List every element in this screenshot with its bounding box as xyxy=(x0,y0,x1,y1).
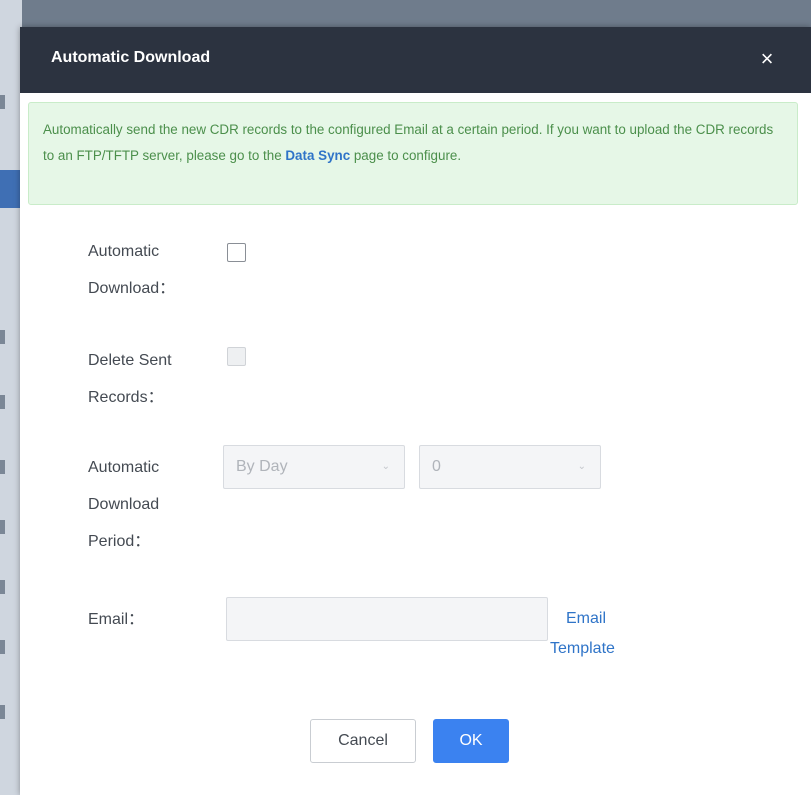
period-label: Automatic Download Period： xyxy=(88,449,159,560)
dialog-header: Automatic Download × xyxy=(20,27,811,93)
email-input[interactable] xyxy=(226,597,548,641)
automatic-download-dialog: Automatic Download × Automatically send … xyxy=(20,27,811,795)
background-mark xyxy=(0,580,5,594)
data-sync-link[interactable]: Data Sync xyxy=(285,148,350,163)
email-label: Email： xyxy=(88,611,145,628)
ok-button[interactable]: OK xyxy=(433,719,509,763)
delete-sent-label: Delete Sent Records： xyxy=(88,342,172,416)
time-select[interactable]: 0 ⌄ xyxy=(419,445,601,489)
chevron-down-icon: ⌄ xyxy=(577,461,586,472)
notice-text-end: page to configure. xyxy=(350,148,462,163)
chevron-down-icon: ⌄ xyxy=(381,461,390,472)
auto-download-label: Automatic Download： xyxy=(88,233,175,307)
label-line: Download： xyxy=(88,280,176,297)
background-mark xyxy=(0,705,5,719)
label-line: Download xyxy=(88,496,160,513)
background-page-edge xyxy=(0,0,22,795)
label-line: Delete Sent xyxy=(88,352,172,369)
background-mark xyxy=(0,460,5,474)
label-line: Records： xyxy=(88,389,164,406)
background-mark xyxy=(0,395,5,409)
info-notice: Automatically send the new CDR records t… xyxy=(28,102,798,205)
link-line: Template xyxy=(550,640,615,657)
background-mark xyxy=(0,520,5,534)
dialog-title: Automatic Download xyxy=(51,49,211,66)
frequency-select[interactable]: By Day ⌄ xyxy=(223,445,405,489)
link-line: Email xyxy=(566,610,607,627)
auto-download-checkbox[interactable] xyxy=(227,243,246,262)
email-template-link[interactable]: Email Template xyxy=(550,609,615,659)
label-line: Automatic xyxy=(88,459,160,476)
delete-sent-checkbox[interactable] xyxy=(227,347,246,366)
background-mark xyxy=(0,95,5,109)
background-mark xyxy=(0,640,5,654)
cancel-button[interactable]: Cancel xyxy=(310,719,416,763)
background-mark xyxy=(0,330,5,344)
label-line: Automatic xyxy=(88,243,160,260)
time-value: 0 xyxy=(432,458,441,475)
label-line: Period： xyxy=(88,533,151,550)
background-highlight xyxy=(0,170,22,208)
close-icon[interactable]: × xyxy=(755,45,779,73)
frequency-value: By Day xyxy=(236,458,288,475)
